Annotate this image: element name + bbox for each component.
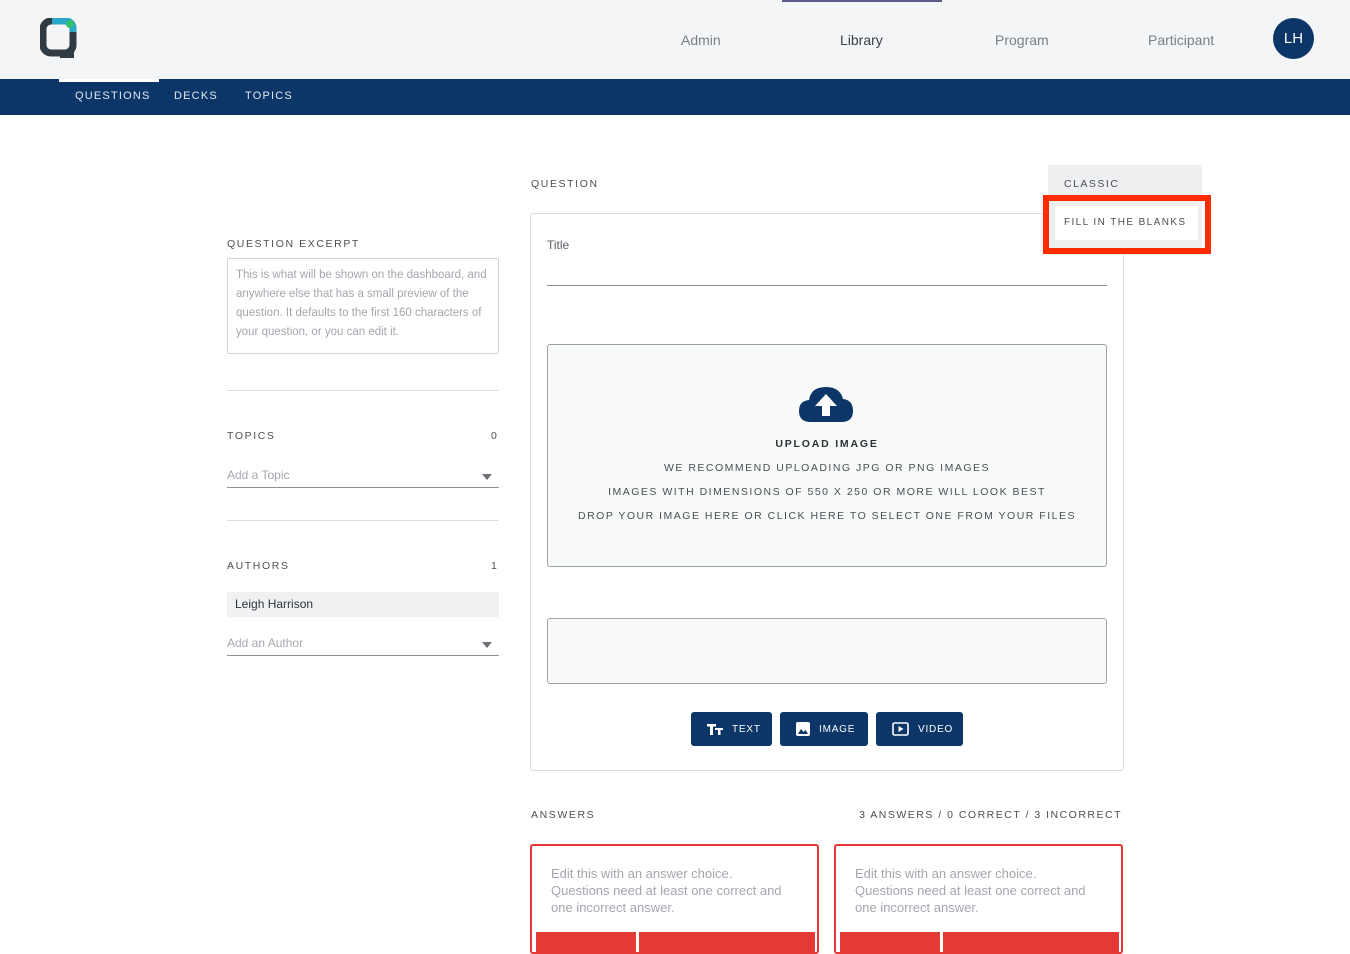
upload-hint: DROP YOUR IMAGE HERE OR CLICK HERE TO SE… (577, 510, 1076, 522)
topic-select[interactable]: Add a Topic (227, 464, 499, 488)
author-chip[interactable]: Leigh Harrison (227, 592, 499, 617)
nav-program[interactable]: Program (995, 32, 1049, 48)
answer-toggle[interactable] (943, 932, 1119, 952)
excerpt-textarea[interactable]: This is what will be shown on the dashbo… (227, 258, 499, 354)
answers-label: ANSWERS (531, 809, 596, 821)
video-icon (892, 722, 909, 736)
title-input[interactable] (547, 285, 1107, 286)
nav-library[interactable]: Library (840, 32, 883, 48)
question-body-editor[interactable] (547, 618, 1107, 684)
topics-count: 0 (491, 430, 497, 442)
nav-admin[interactable]: Admin (681, 32, 721, 48)
topic-select-placeholder: Add a Topic (227, 468, 290, 482)
text-format-icon (707, 723, 723, 735)
add-video-label: VIDEO (918, 723, 954, 735)
add-image-label: IMAGE (819, 723, 856, 735)
answer-placeholder: Edit this with an answer choice. Questio… (855, 866, 1086, 915)
image-dropzone[interactable] (547, 344, 1107, 567)
highlight-box (1043, 195, 1211, 254)
top-navigation-bar: Admin Library Program Participant LH (0, 0, 1350, 79)
add-text-label: TEXT (732, 723, 761, 735)
tab-questions[interactable]: QUESTIONS (75, 90, 151, 102)
upload-hint: WE RECOMMEND UPLOADING JPG OR PNG IMAGES (663, 462, 991, 474)
answer-card[interactable]: Edit this with an answer choice. Questio… (834, 844, 1123, 954)
type-option-classic[interactable]: CLASSIC (1064, 178, 1119, 190)
authors-count: 1 (491, 560, 497, 572)
answers-summary: 3 ANSWERS / 0 CORRECT / 3 INCORRECT (859, 809, 1122, 821)
add-video-button[interactable]: VIDEO (876, 712, 963, 746)
tab-decks[interactable]: DECKS (174, 90, 218, 102)
answer-toggle[interactable] (536, 932, 636, 952)
question-label: QUESTION (531, 178, 599, 190)
cloud-upload-icon (797, 384, 855, 424)
topics-label: TOPICS (227, 430, 276, 442)
divider (227, 390, 499, 391)
answer-toggle[interactable] (639, 932, 815, 952)
authors-label: AUTHORS (227, 560, 290, 572)
chevron-down-icon (482, 642, 492, 648)
title-field-label: Title (547, 238, 570, 252)
add-image-button[interactable]: IMAGE (780, 712, 868, 746)
chevron-down-icon (482, 474, 492, 480)
active-tab-indicator (59, 79, 159, 82)
author-select-placeholder: Add an Author (227, 636, 304, 650)
tab-topics[interactable]: TOPICS (245, 90, 293, 102)
add-text-button[interactable]: TEXT (691, 712, 772, 746)
answer-placeholder: Edit this with an answer choice. Questio… (551, 866, 782, 915)
answer-toggle[interactable] (840, 932, 940, 952)
user-avatar[interactable]: LH (1273, 18, 1314, 59)
divider (227, 520, 499, 521)
answer-card[interactable]: Edit this with an answer choice. Questio… (530, 844, 819, 954)
library-subnav: QUESTIONS DECKS TOPICS (0, 79, 1350, 115)
active-nav-indicator (782, 0, 942, 2)
nav-participant[interactable]: Participant (1148, 32, 1214, 48)
upload-hint: IMAGES WITH DIMENSIONS OF 550 X 250 OR M… (608, 486, 1046, 498)
excerpt-label: QUESTION EXCERPT (227, 238, 360, 250)
app-logo-icon[interactable] (39, 17, 80, 60)
author-select[interactable]: Add an Author (227, 632, 499, 656)
upload-image-title: UPLOAD IMAGE (775, 438, 879, 450)
image-icon (796, 722, 810, 736)
